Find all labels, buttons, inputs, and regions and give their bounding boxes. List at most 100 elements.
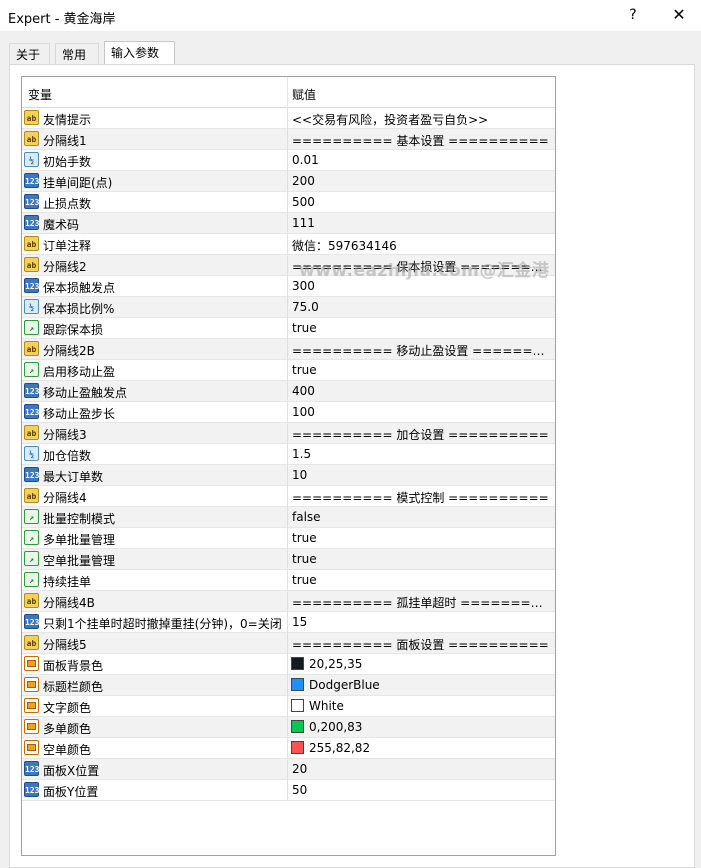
tab-common[interactable]: 常用 (55, 43, 99, 65)
parameter-row[interactable]: ½ 加仓倍数 1.5 (22, 444, 555, 465)
parameter-row[interactable]: 123 最大订单数 10 (22, 465, 555, 486)
parameter-value[interactable]: 1.5 (292, 447, 550, 461)
parameter-value[interactable]: 500 (292, 195, 550, 209)
parameter-value[interactable]: true (292, 573, 550, 587)
parameter-value[interactable]: 0,200,83 (309, 720, 555, 734)
integer-type-icon: 123 (24, 467, 39, 482)
parameter-value[interactable]: 400 (292, 384, 550, 398)
parameter-row[interactable]: 123 止损点数 500 (22, 192, 555, 213)
parameter-value[interactable]: 200 (292, 174, 550, 188)
parameter-value[interactable]: DodgerBlue (309, 678, 555, 692)
parameter-value[interactable]: ========== 孤挂单超时 ========== (292, 594, 550, 611)
bool-type-icon: ↗ (24, 530, 39, 545)
parameter-row[interactable]: 文字颜色 White (22, 696, 555, 717)
parameter-value[interactable]: 300 (292, 279, 550, 293)
string-type-icon: ab (24, 635, 39, 650)
color-swatch[interactable] (291, 678, 304, 691)
parameter-value[interactable]: 20,25,35 (309, 657, 555, 671)
parameter-value[interactable]: 100 (292, 405, 550, 419)
parameter-name: 移动止盈触发点 (43, 386, 128, 400)
parameter-row[interactable]: ↗ 启用移动止盈 true (22, 360, 555, 381)
parameter-value[interactable]: 255,82,82 (309, 741, 555, 755)
bool-type-icon: ↗ (24, 572, 39, 587)
parameter-row[interactable]: ab 分隔线3 ========== 加仓设置 ========== (22, 423, 555, 444)
parameter-value[interactable]: 15 (292, 615, 550, 629)
parameter-name: 加仓倍数 (43, 449, 92, 463)
parameter-value[interactable]: ========== 移动止盈设置 ========... (292, 342, 550, 359)
parameter-row[interactable]: ↗ 跟踪保本损 true (22, 318, 555, 339)
parameter-row[interactable]: 123 移动止盈步长 100 (22, 402, 555, 423)
double-type-icon: ½ (24, 152, 39, 167)
color-swatch[interactable] (291, 741, 304, 754)
string-type-icon: ab (24, 131, 39, 146)
parameter-value[interactable]: 20 (292, 762, 550, 776)
parameter-row[interactable]: ↗ 持续挂单 true (22, 570, 555, 591)
column-divider[interactable] (287, 77, 288, 108)
parameter-value[interactable]: true (292, 363, 550, 377)
cell-divider (287, 633, 288, 654)
color-swatch[interactable] (291, 657, 304, 670)
parameter-name: 分隔线5 (43, 638, 87, 652)
parameter-value[interactable]: 微信：597634146 (292, 237, 550, 254)
string-type-icon: ab (24, 341, 39, 356)
parameter-value[interactable]: <<交易有风险，投资者盈亏自负>> (292, 111, 550, 128)
parameter-row[interactable]: 标题栏颜色 DodgerBlue (22, 675, 555, 696)
parameter-row[interactable]: ↗ 空单批量管理 true (22, 549, 555, 570)
cell-divider (287, 759, 288, 780)
parameter-row[interactable]: 123 面板X位置 20 (22, 759, 555, 780)
close-button[interactable]: ✕ (663, 4, 695, 26)
parameter-value[interactable]: false (292, 510, 550, 524)
parameter-value[interactable]: ========== 面板设置 ========== (292, 636, 550, 653)
cell-divider (287, 780, 288, 801)
parameter-value[interactable]: 10 (292, 468, 550, 482)
parameter-name: 持续挂单 (43, 575, 92, 589)
parameter-value[interactable]: true (292, 321, 550, 335)
parameter-row[interactable]: 123 魔术码 111 (22, 213, 555, 234)
color-type-icon (24, 656, 39, 671)
cell-divider (287, 108, 288, 129)
string-type-icon: ab (24, 593, 39, 608)
parameter-row[interactable]: ab 分隔线1 ========== 基本设置 ========== (22, 129, 555, 150)
parameter-value[interactable]: true (292, 552, 550, 566)
tab-about[interactable]: 关于 (9, 43, 50, 65)
cell-divider (287, 465, 288, 486)
column-header-value[interactable]: 赋值 (292, 86, 316, 103)
parameter-value[interactable]: 75.0 (292, 300, 550, 314)
parameter-row[interactable]: 空单颜色 255,82,82 (22, 738, 555, 759)
parameter-row[interactable]: ↗ 批量控制模式 false (22, 507, 555, 528)
tab-inputs[interactable]: 输入参数 (104, 41, 175, 65)
parameter-row[interactable]: ab 分隔线2B ========== 移动止盈设置 ========... (22, 339, 555, 360)
help-button[interactable]: ? (617, 4, 649, 26)
color-swatch[interactable] (291, 720, 304, 733)
color-swatch[interactable] (291, 699, 304, 712)
parameter-row[interactable]: ab 分隔线4B ========== 孤挂单超时 ========== (22, 591, 555, 612)
parameter-value[interactable]: ========== 基本设置 ========== (292, 132, 550, 149)
grid-header: 变量 赋值 (22, 77, 555, 108)
parameter-row[interactable]: ab 分隔线4 ========== 模式控制 ========== (22, 486, 555, 507)
parameter-name: 订单注释 (43, 239, 92, 253)
parameter-row[interactable]: ½ 初始手数 0.01 (22, 150, 555, 171)
parameter-value[interactable]: 111 (292, 216, 550, 230)
parameter-row[interactable]: ab 分隔线5 ========== 面板设置 ========== (22, 633, 555, 654)
parameter-row[interactable]: 面板背景色 20,25,35 (22, 654, 555, 675)
column-header-variable[interactable]: 变量 (28, 86, 52, 103)
parameter-name: 面板背景色 (43, 659, 104, 673)
parameter-row[interactable]: 123 移动止盈触发点 400 (22, 381, 555, 402)
parameter-row[interactable]: 123 挂单间距(点) 200 (22, 171, 555, 192)
parameter-row[interactable]: ↗ 多单批量管理 true (22, 528, 555, 549)
title-bar[interactable]: Expert - 黄金海岸 ? ✕ (0, 0, 701, 31)
cell-divider (287, 129, 288, 150)
parameter-value[interactable]: White (309, 699, 555, 713)
parameter-value[interactable]: true (292, 531, 550, 545)
parameter-row[interactable]: ab 友情提示 <<交易有风险，投资者盈亏自负>> (22, 108, 555, 129)
parameter-row[interactable]: 123 面板Y位置 50 (22, 780, 555, 801)
parameter-value[interactable]: ========== 模式控制 ========== (292, 489, 550, 506)
parameter-name: 跟踪保本损 (43, 323, 104, 337)
parameter-row[interactable]: 多单颜色 0,200,83 (22, 717, 555, 738)
parameter-row[interactable]: ½ 保本损比例% 75.0 (22, 297, 555, 318)
parameter-value[interactable]: 50 (292, 783, 550, 797)
parameter-row[interactable]: ab 订单注释 微信：597634146 (22, 234, 555, 255)
parameter-row[interactable]: 123 只剩1个挂单时超时撤掉重挂(分钟)，0=关闭 15 (22, 612, 555, 633)
parameter-value[interactable]: 0.01 (292, 153, 550, 167)
parameter-value[interactable]: ========== 加仓设置 ========== (292, 426, 550, 443)
